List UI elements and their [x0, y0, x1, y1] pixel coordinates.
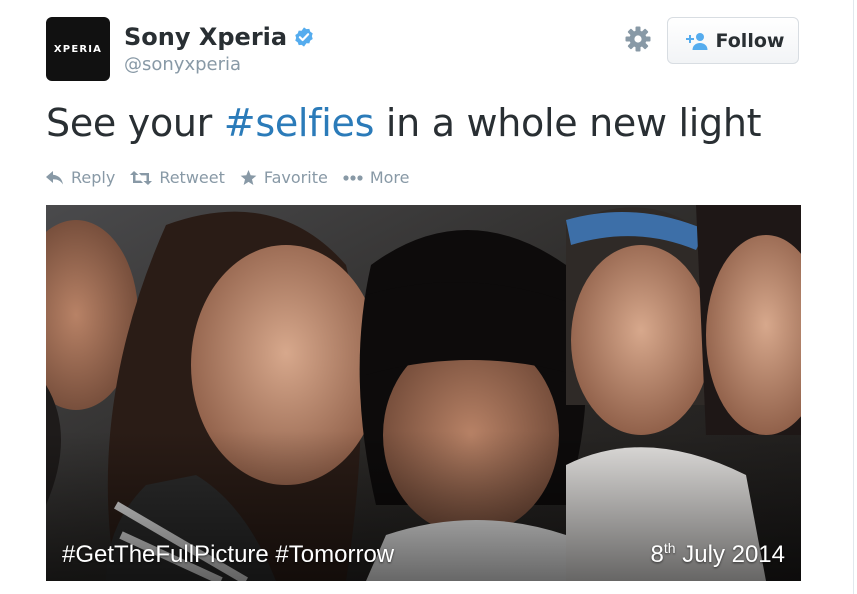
display-name[interactable]: Sony Xperia	[124, 23, 287, 51]
reply-label: Reply	[71, 168, 116, 187]
reply-action[interactable]: Reply	[46, 168, 115, 187]
tweet-text-before: See your	[46, 101, 224, 145]
photo-caption-hashtags: #GetTheFullPicture #Tomorrow	[62, 541, 395, 568]
selfie-photo-illustration	[46, 205, 801, 581]
photo-caption-date-day: 8	[650, 541, 664, 568]
star-icon	[240, 169, 257, 185]
tweet-photo[interactable]: #GetTheFullPicture #Tomorrow 8th July 20…	[46, 205, 801, 581]
photo-caption-date-suffix: th	[663, 540, 676, 556]
account-name[interactable]: Sony Xperia	[124, 23, 315, 51]
add-user-icon	[685, 32, 708, 50]
reply-icon	[46, 170, 63, 184]
tweet-text: See your #selfies in a whole new light	[46, 101, 762, 145]
retweet-icon	[130, 170, 153, 185]
more-action[interactable]: More	[343, 168, 410, 187]
verified-badge-icon	[295, 27, 313, 47]
photo-caption-date-rest: July 2014	[675, 541, 785, 568]
right-divider	[853, 0, 854, 594]
gear-icon[interactable]	[624, 25, 652, 53]
retweet-action[interactable]: Retweet	[130, 168, 225, 187]
avatar-logo-text: XPERIA	[53, 43, 103, 55]
more-label: More	[369, 168, 410, 187]
photo-caption-date: 8th July 2014	[651, 540, 785, 569]
retweet-label: Retweet	[159, 168, 225, 187]
more-dots-icon	[343, 174, 363, 181]
favorite-label: Favorite	[263, 168, 328, 187]
favorite-action[interactable]: Favorite	[240, 168, 328, 187]
user-handle[interactable]: @sonyxperia	[124, 54, 241, 75]
avatar[interactable]: XPERIA	[46, 17, 110, 81]
tweet-actions: Reply Retweet Favorite More	[46, 168, 424, 187]
hashtag-link[interactable]: #selfies	[224, 101, 375, 145]
follow-button[interactable]: Follow	[667, 17, 799, 64]
tweet-text-after: in a whole new light	[374, 101, 762, 145]
follow-label: Follow	[715, 29, 785, 52]
